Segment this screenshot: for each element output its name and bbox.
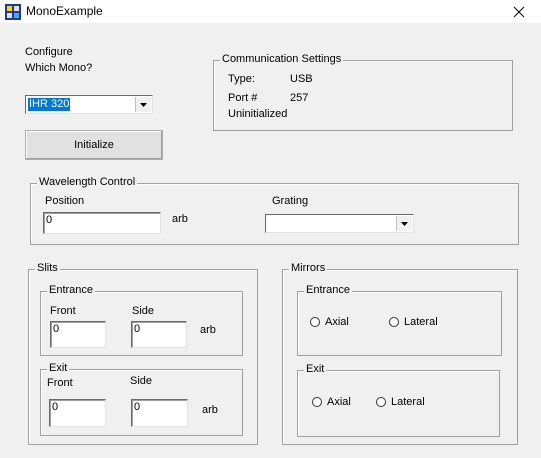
chevron-down-icon[interactable]: [135, 97, 151, 112]
grating-select-value: [268, 217, 270, 230]
port-value: 257: [290, 92, 309, 104]
entrance-front-input[interactable]: 0: [50, 321, 106, 348]
entrance-axial-radio[interactable]: Axial: [310, 316, 349, 328]
mirrors-entrance-legend: Entrance: [304, 284, 353, 296]
slits-exit-group: Exit Front Side 0 0 arb: [40, 362, 243, 436]
slits-entrance-legend: Entrance: [47, 284, 96, 296]
slits-legend: Slits: [35, 262, 60, 274]
which-mono-label: Which Mono?: [25, 62, 93, 74]
entrance-unit: arb: [200, 324, 216, 336]
port-label: Port #: [228, 92, 258, 104]
exit-lateral-radio[interactable]: Lateral: [376, 396, 425, 408]
mirrors-group: Mirrors Entrance Axial Lateral Exit Axia…: [282, 262, 518, 445]
communication-settings-group: Communication Settings Type: USB Port # …: [213, 53, 513, 131]
mirrors-exit-legend: Exit: [304, 363, 327, 375]
entrance-side-label: Side: [132, 305, 155, 317]
mirrors-exit-group: Exit Axial Lateral: [297, 363, 500, 437]
exit-front-input[interactable]: 0: [49, 399, 106, 427]
exit-axial-radio[interactable]: Axial: [312, 396, 351, 408]
chevron-down-icon[interactable]: [396, 216, 412, 231]
exit-side-label: Side: [130, 375, 153, 387]
type-label: Type:: [228, 73, 255, 85]
radio-circle-icon: [389, 317, 399, 327]
window-title: MonoExample: [26, 4, 103, 18]
slits-exit-legend: Exit: [47, 362, 70, 374]
entrance-axial-label: Axial: [325, 316, 349, 328]
radio-circle-icon: [312, 397, 322, 407]
mirrors-legend: Mirrors: [289, 262, 328, 274]
entrance-lateral-radio[interactable]: Lateral: [389, 316, 438, 328]
slits-group: Slits Entrance Front Side 0 0 arb Exit F…: [28, 262, 258, 445]
exit-front-label: Front: [47, 377, 73, 389]
position-label: Position: [45, 195, 85, 207]
radio-circle-icon: [376, 397, 386, 407]
initialize-button[interactable]: Initialize: [25, 130, 163, 160]
entrance-side-input[interactable]: 0: [131, 321, 187, 348]
entrance-front-label: Front: [50, 305, 76, 317]
app-icon: [5, 4, 21, 20]
exit-unit: arb: [202, 404, 218, 416]
close-button[interactable]: [497, 0, 541, 23]
entrance-lateral-label: Lateral: [404, 316, 438, 328]
exit-axial-label: Axial: [327, 396, 351, 408]
communication-settings-legend: Communication Settings: [220, 53, 344, 65]
connection-status: Uninitialized: [228, 108, 288, 120]
exit-side-input[interactable]: 0: [131, 399, 188, 427]
close-icon: [513, 6, 525, 17]
wavelength-control-group: Wavelength Control Position 0 arb Gratin…: [30, 176, 519, 245]
slits-entrance-group: Entrance Front Side 0 0 arb: [40, 284, 243, 356]
wavelength-control-legend: Wavelength Control: [37, 176, 138, 188]
grating-label: Grating: [272, 195, 309, 207]
mirrors-entrance-group: Entrance Axial Lateral: [297, 284, 502, 356]
mono-select-value: IHR 320: [28, 98, 71, 111]
title-bar: MonoExample: [0, 0, 541, 23]
position-unit: arb: [172, 213, 188, 225]
position-input[interactable]: 0: [43, 212, 161, 234]
mono-select[interactable]: IHR 320: [25, 95, 153, 114]
exit-lateral-label: Lateral: [391, 396, 425, 408]
radio-circle-icon: [310, 317, 320, 327]
grating-select[interactable]: [265, 214, 414, 233]
type-value: USB: [290, 73, 313, 85]
configure-label: Configure: [25, 46, 73, 58]
